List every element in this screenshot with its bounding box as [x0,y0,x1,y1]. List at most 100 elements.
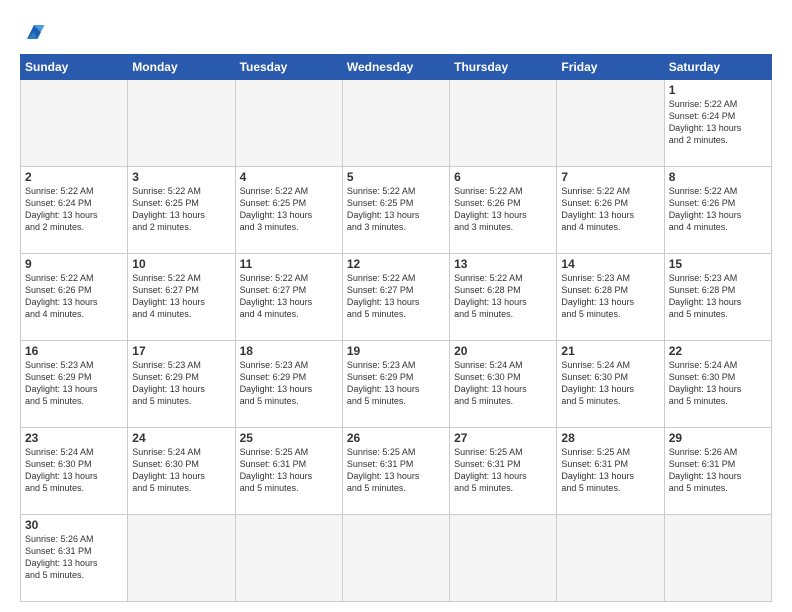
calendar-cell: 27Sunrise: 5:25 AMSunset: 6:31 PMDayligh… [450,428,557,515]
day-info: Sunrise: 5:25 AMSunset: 6:31 PMDaylight:… [561,446,659,495]
day-info: Sunrise: 5:22 AMSunset: 6:28 PMDaylight:… [454,272,552,321]
day-info: Sunrise: 5:22 AMSunset: 6:25 PMDaylight:… [240,185,338,234]
calendar-week-4: 23Sunrise: 5:24 AMSunset: 6:30 PMDayligh… [21,428,772,515]
day-info: Sunrise: 5:22 AMSunset: 6:26 PMDaylight:… [561,185,659,234]
day-number: 25 [240,431,338,445]
calendar-cell: 22Sunrise: 5:24 AMSunset: 6:30 PMDayligh… [664,341,771,428]
calendar-cell: 6Sunrise: 5:22 AMSunset: 6:26 PMDaylight… [450,167,557,254]
calendar-week-1: 2Sunrise: 5:22 AMSunset: 6:24 PMDaylight… [21,167,772,254]
day-number: 17 [132,344,230,358]
day-info: Sunrise: 5:22 AMSunset: 6:26 PMDaylight:… [669,185,767,234]
calendar-header-row: SundayMondayTuesdayWednesdayThursdayFrid… [21,55,772,80]
day-info: Sunrise: 5:22 AMSunset: 6:27 PMDaylight:… [132,272,230,321]
day-info: Sunrise: 5:23 AMSunset: 6:28 PMDaylight:… [669,272,767,321]
calendar-cell: 21Sunrise: 5:24 AMSunset: 6:30 PMDayligh… [557,341,664,428]
calendar-cell: 9Sunrise: 5:22 AMSunset: 6:26 PMDaylight… [21,254,128,341]
day-number: 19 [347,344,445,358]
day-info: Sunrise: 5:25 AMSunset: 6:31 PMDaylight:… [240,446,338,495]
day-number: 8 [669,170,767,184]
day-number: 5 [347,170,445,184]
calendar-cell: 26Sunrise: 5:25 AMSunset: 6:31 PMDayligh… [342,428,449,515]
calendar-header-saturday: Saturday [664,55,771,80]
day-number: 6 [454,170,552,184]
calendar-cell [235,515,342,602]
calendar-cell: 29Sunrise: 5:26 AMSunset: 6:31 PMDayligh… [664,428,771,515]
day-info: Sunrise: 5:22 AMSunset: 6:27 PMDaylight:… [347,272,445,321]
day-info: Sunrise: 5:22 AMSunset: 6:26 PMDaylight:… [454,185,552,234]
day-number: 4 [240,170,338,184]
calendar-cell: 24Sunrise: 5:24 AMSunset: 6:30 PMDayligh… [128,428,235,515]
day-info: Sunrise: 5:25 AMSunset: 6:31 PMDaylight:… [347,446,445,495]
day-number: 2 [25,170,123,184]
calendar-page: SundayMondayTuesdayWednesdayThursdayFrid… [0,0,792,612]
day-info: Sunrise: 5:23 AMSunset: 6:29 PMDaylight:… [240,359,338,408]
day-info: Sunrise: 5:22 AMSunset: 6:24 PMDaylight:… [669,98,767,147]
day-info: Sunrise: 5:22 AMSunset: 6:24 PMDaylight:… [25,185,123,234]
day-info: Sunrise: 5:26 AMSunset: 6:31 PMDaylight:… [25,533,123,582]
day-info: Sunrise: 5:23 AMSunset: 6:28 PMDaylight:… [561,272,659,321]
day-number: 28 [561,431,659,445]
day-number: 12 [347,257,445,271]
calendar-header-tuesday: Tuesday [235,55,342,80]
day-number: 1 [669,83,767,97]
day-info: Sunrise: 5:22 AMSunset: 6:25 PMDaylight:… [347,185,445,234]
day-number: 9 [25,257,123,271]
page-header [20,18,772,46]
day-info: Sunrise: 5:22 AMSunset: 6:27 PMDaylight:… [240,272,338,321]
day-number: 29 [669,431,767,445]
day-number: 24 [132,431,230,445]
calendar-cell: 17Sunrise: 5:23 AMSunset: 6:29 PMDayligh… [128,341,235,428]
day-number: 11 [240,257,338,271]
calendar-cell: 3Sunrise: 5:22 AMSunset: 6:25 PMDaylight… [128,167,235,254]
logo [20,18,52,46]
day-info: Sunrise: 5:22 AMSunset: 6:25 PMDaylight:… [132,185,230,234]
calendar-week-0: 1Sunrise: 5:22 AMSunset: 6:24 PMDaylight… [21,80,772,167]
calendar-cell: 30Sunrise: 5:26 AMSunset: 6:31 PMDayligh… [21,515,128,602]
day-info: Sunrise: 5:24 AMSunset: 6:30 PMDaylight:… [132,446,230,495]
day-info: Sunrise: 5:25 AMSunset: 6:31 PMDaylight:… [454,446,552,495]
day-info: Sunrise: 5:26 AMSunset: 6:31 PMDaylight:… [669,446,767,495]
calendar-week-3: 16Sunrise: 5:23 AMSunset: 6:29 PMDayligh… [21,341,772,428]
day-number: 3 [132,170,230,184]
day-number: 7 [561,170,659,184]
calendar-header-wednesday: Wednesday [342,55,449,80]
calendar-cell: 10Sunrise: 5:22 AMSunset: 6:27 PMDayligh… [128,254,235,341]
day-number: 10 [132,257,230,271]
day-number: 16 [25,344,123,358]
calendar-cell: 8Sunrise: 5:22 AMSunset: 6:26 PMDaylight… [664,167,771,254]
day-info: Sunrise: 5:24 AMSunset: 6:30 PMDaylight:… [454,359,552,408]
calendar-cell: 23Sunrise: 5:24 AMSunset: 6:30 PMDayligh… [21,428,128,515]
calendar-cell [128,515,235,602]
calendar-cell: 28Sunrise: 5:25 AMSunset: 6:31 PMDayligh… [557,428,664,515]
calendar-week-2: 9Sunrise: 5:22 AMSunset: 6:26 PMDaylight… [21,254,772,341]
calendar-cell: 15Sunrise: 5:23 AMSunset: 6:28 PMDayligh… [664,254,771,341]
calendar-cell: 7Sunrise: 5:22 AMSunset: 6:26 PMDaylight… [557,167,664,254]
calendar-table: SundayMondayTuesdayWednesdayThursdayFrid… [20,54,772,602]
day-number: 14 [561,257,659,271]
calendar-cell: 19Sunrise: 5:23 AMSunset: 6:29 PMDayligh… [342,341,449,428]
calendar-header-sunday: Sunday [21,55,128,80]
day-number: 26 [347,431,445,445]
calendar-cell: 12Sunrise: 5:22 AMSunset: 6:27 PMDayligh… [342,254,449,341]
calendar-header-monday: Monday [128,55,235,80]
day-info: Sunrise: 5:24 AMSunset: 6:30 PMDaylight:… [561,359,659,408]
day-number: 18 [240,344,338,358]
day-number: 20 [454,344,552,358]
calendar-cell: 4Sunrise: 5:22 AMSunset: 6:25 PMDaylight… [235,167,342,254]
calendar-cell [450,515,557,602]
day-info: Sunrise: 5:23 AMSunset: 6:29 PMDaylight:… [25,359,123,408]
calendar-cell: 20Sunrise: 5:24 AMSunset: 6:30 PMDayligh… [450,341,557,428]
calendar-cell [557,515,664,602]
day-number: 23 [25,431,123,445]
calendar-cell: 2Sunrise: 5:22 AMSunset: 6:24 PMDaylight… [21,167,128,254]
calendar-header-thursday: Thursday [450,55,557,80]
calendar-cell [342,80,449,167]
calendar-cell: 5Sunrise: 5:22 AMSunset: 6:25 PMDaylight… [342,167,449,254]
calendar-cell: 16Sunrise: 5:23 AMSunset: 6:29 PMDayligh… [21,341,128,428]
day-info: Sunrise: 5:23 AMSunset: 6:29 PMDaylight:… [132,359,230,408]
calendar-cell: 13Sunrise: 5:22 AMSunset: 6:28 PMDayligh… [450,254,557,341]
day-number: 27 [454,431,552,445]
calendar-week-5: 30Sunrise: 5:26 AMSunset: 6:31 PMDayligh… [21,515,772,602]
calendar-cell [235,80,342,167]
day-info: Sunrise: 5:24 AMSunset: 6:30 PMDaylight:… [25,446,123,495]
